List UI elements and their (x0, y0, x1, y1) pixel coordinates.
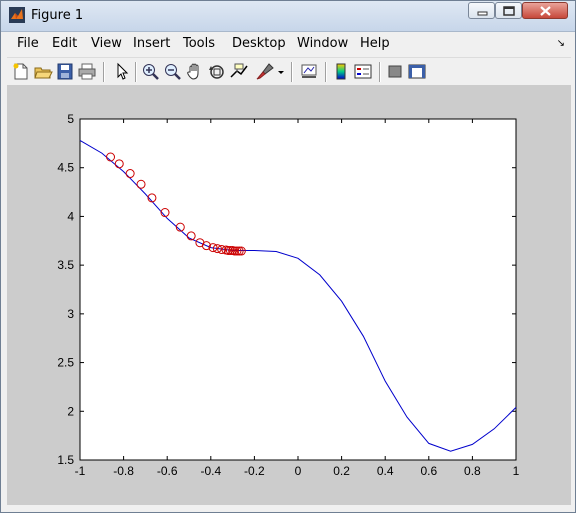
menu-insert[interactable]: Insert (133, 36, 170, 51)
menu-tools[interactable]: Tools (183, 36, 215, 51)
line-plot: -1 -0.8 -0.6 -0.4 -0.2 0 0.2 0.4 0.6 0.8 1 1.5 2 2.5… (57, 112, 520, 478)
menu-help[interactable]: Help (360, 36, 390, 51)
menu-bar: File Edit View Insert Tools Desktop Wind… (7, 32, 571, 54)
link-plot-icon[interactable] (299, 62, 319, 81)
x-tick-label: 0.2 (333, 464, 350, 478)
brush-dropdown-arrow-icon[interactable] (277, 62, 285, 81)
x-tick-label: -0.4 (200, 464, 221, 478)
y-tick-label: 4 (67, 209, 74, 223)
title-bar[interactable]: Figure 1 (1, 1, 575, 32)
toolbar-separator (325, 62, 326, 82)
maximize-icon (503, 6, 515, 16)
figure-canvas[interactable]: -1 -0.8 -0.6 -0.4 -0.2 0 0.2 0.4 0.6 0.8 1 1.5 2 2.5… (7, 85, 571, 505)
menu-edit[interactable]: Edit (52, 36, 77, 51)
menu-view[interactable]: View (91, 36, 122, 51)
y-tick-label: 3.5 (57, 258, 74, 272)
toolbar-separator (135, 62, 136, 82)
pan-hand-icon[interactable] (185, 62, 205, 81)
close-icon (540, 6, 551, 16)
minimize-button[interactable] (468, 2, 495, 19)
y-tick-label: 2.5 (57, 356, 74, 370)
maximize-button[interactable] (495, 2, 522, 19)
x-tick-label: -0.2 (244, 464, 265, 478)
colorbar-icon[interactable] (331, 62, 351, 81)
axes-background (79, 118, 517, 461)
matlab-logo-icon (9, 7, 25, 23)
show-plot-tools-icon[interactable] (407, 62, 427, 81)
y-tick-label: 5 (67, 112, 74, 126)
toolbar-separator (103, 62, 104, 82)
zoom-out-icon[interactable] (163, 62, 183, 81)
menu-window[interactable]: Window (297, 36, 348, 51)
close-button[interactable] (522, 2, 568, 19)
x-tick-label: -0.6 (157, 464, 178, 478)
open-file-icon[interactable] (33, 62, 53, 81)
hide-plot-tools-icon[interactable] (385, 62, 405, 81)
zoom-in-icon[interactable] (141, 62, 161, 81)
figure-toolbar (7, 57, 571, 86)
x-tick-label: -1 (75, 464, 86, 478)
data-cursor-icon[interactable] (229, 62, 249, 81)
menu-dock-arrow-icon[interactable]: ↘ (557, 38, 565, 49)
menu-desktop[interactable]: Desktop (232, 36, 286, 51)
window-title: Figure 1 (31, 8, 84, 23)
x-tick-label: 0.6 (420, 464, 437, 478)
new-figure-icon[interactable] (11, 62, 31, 81)
x-tick-label: 0 (295, 464, 302, 478)
y-tick-label: 4.5 (57, 161, 74, 175)
save-icon[interactable] (55, 62, 75, 81)
y-tick-label: 1.5 (57, 453, 74, 467)
pointer-icon[interactable] (111, 62, 131, 81)
menu-file[interactable]: File (17, 36, 39, 51)
minimize-icon (477, 11, 488, 16)
x-tick-label: 1 (513, 464, 520, 478)
x-tick-label: 0.8 (464, 464, 481, 478)
y-tick-label: 3 (67, 307, 74, 321)
toolbar-separator (379, 62, 380, 82)
print-icon[interactable] (77, 62, 97, 81)
rotate-3d-icon[interactable] (207, 62, 227, 81)
y-tick-label: 2 (67, 404, 74, 418)
x-tick-label: 0.4 (377, 464, 394, 478)
legend-icon[interactable] (353, 62, 373, 81)
figure-window: Figure 1 File Edit View Insert Tools Des… (0, 0, 576, 513)
x-tick-label: -0.8 (113, 464, 134, 478)
brush-icon[interactable] (255, 62, 275, 81)
toolbar-separator (291, 62, 292, 82)
